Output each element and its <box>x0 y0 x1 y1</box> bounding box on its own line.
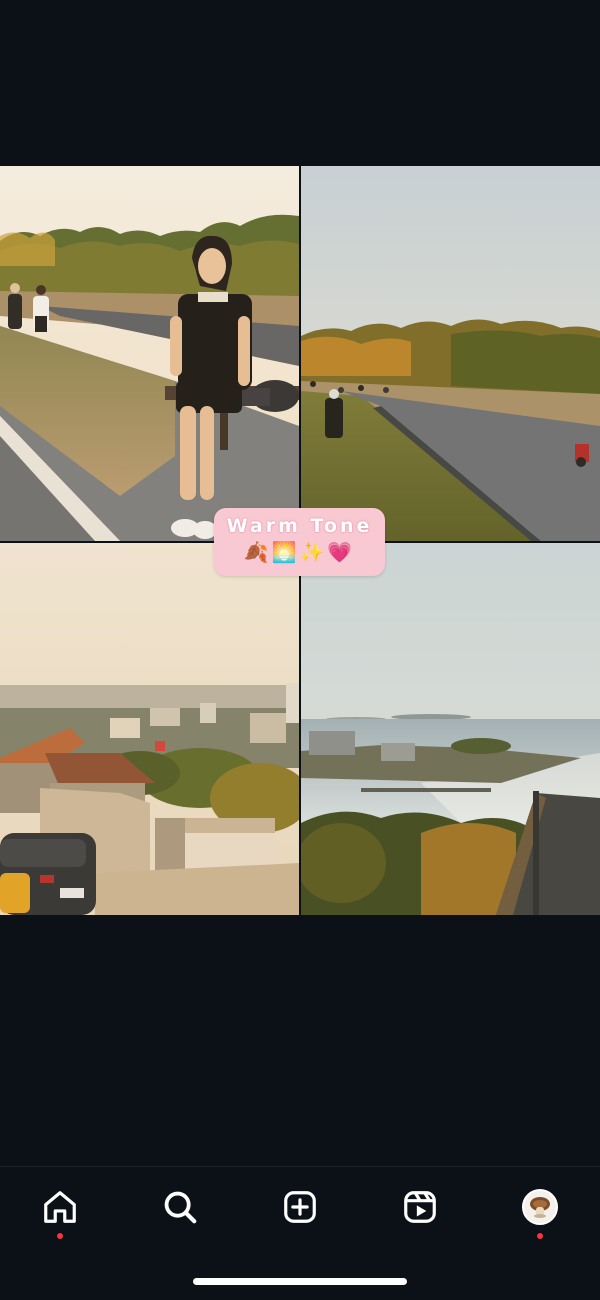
avatar <box>522 1189 558 1225</box>
avatar-image <box>530 1197 550 1218</box>
nav-reels-button[interactable] <box>398 1185 442 1229</box>
caption-sticker: Warm Tone 🍂🌅✨💗 <box>214 508 385 576</box>
home-indicator-bar <box>193 1278 407 1285</box>
photo-harbor-sea-view[interactable] <box>301 543 600 915</box>
top-empty-area <box>0 0 600 166</box>
search-icon <box>164 1191 197 1224</box>
photo-hill-road-trees[interactable] <box>301 166 600 541</box>
plus-square-icon <box>284 1191 316 1223</box>
nav-profile-button[interactable] <box>518 1185 562 1229</box>
reels-icon <box>404 1191 436 1223</box>
nav-home-button[interactable] <box>38 1185 82 1229</box>
nav-search-button[interactable] <box>158 1185 202 1229</box>
caption-emojis: 🍂🌅✨💗 <box>243 540 356 564</box>
photo-girl-sitting-roadside[interactable] <box>0 166 299 541</box>
nav-create-button[interactable] <box>278 1185 322 1229</box>
profile-notification-dot <box>537 1233 543 1239</box>
home-icon <box>44 1191 76 1223</box>
photo-town-rooftops-sea[interactable] <box>0 543 299 915</box>
home-notification-dot <box>57 1233 63 1239</box>
caption-title: Warm Tone <box>226 515 373 537</box>
